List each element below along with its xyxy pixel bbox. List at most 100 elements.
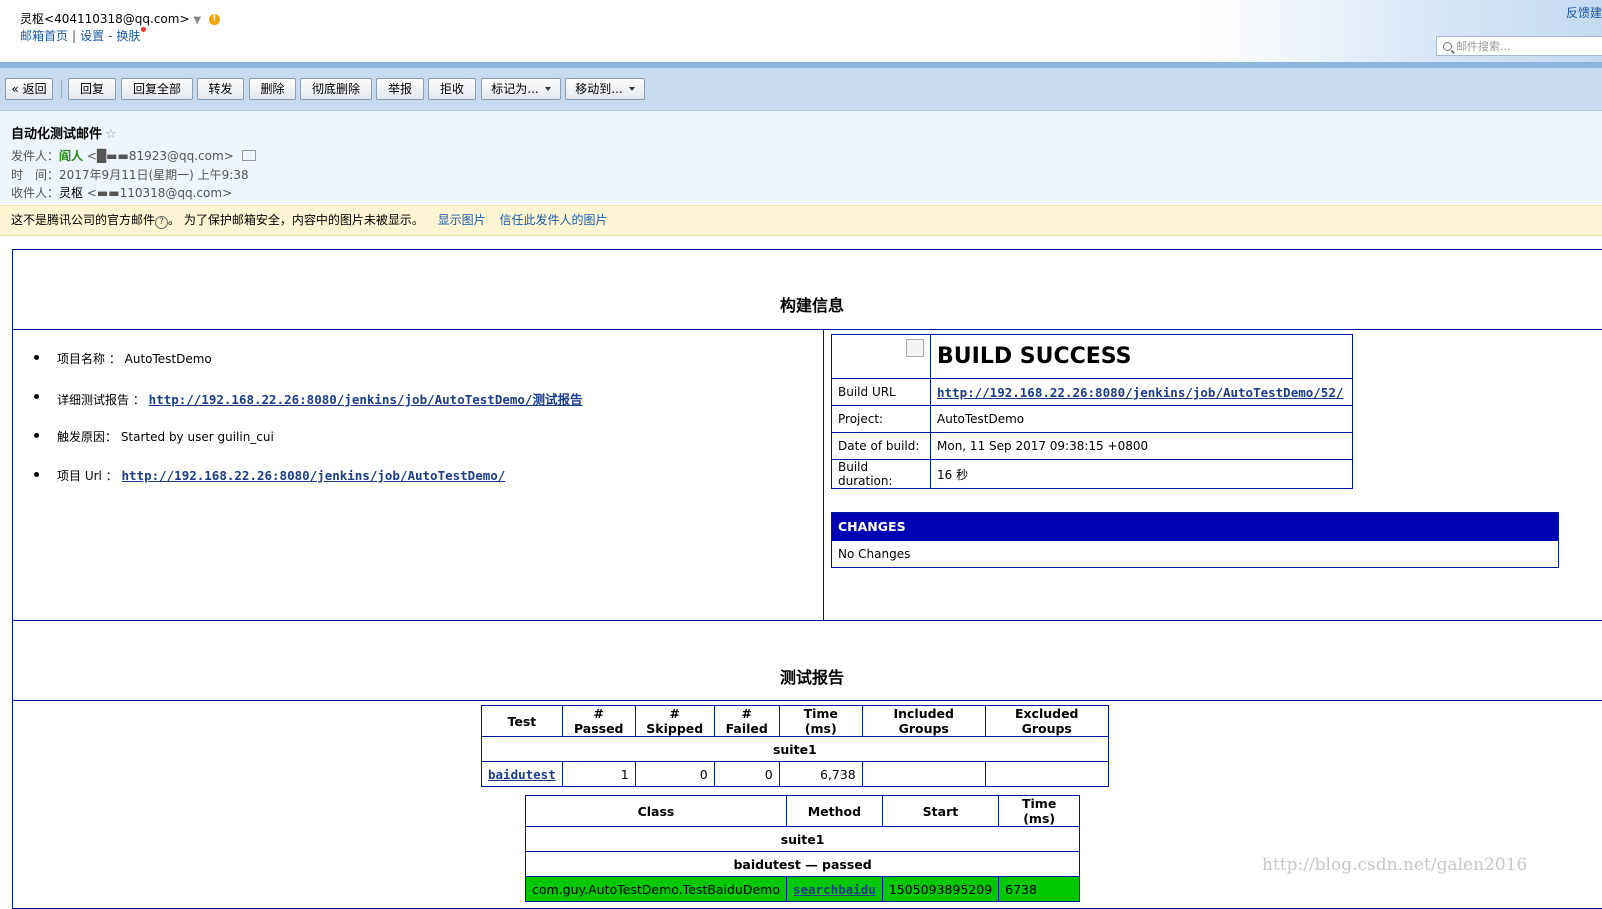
detail-group-row: baidutest — passed	[524, 851, 1081, 877]
sender-line: 发件人：阎人 <█▬▬81923@qq.com>	[11, 147, 256, 164]
star-icon[interactable]: ☆	[105, 127, 117, 142]
divider	[13, 620, 1602, 621]
time-label: 时 间：	[11, 168, 60, 182]
reply-all-button[interactable]: 回复全部	[121, 78, 193, 100]
test-report-title: 测试报告	[779, 668, 844, 687]
dropdown-arrow-icon[interactable]: ▼	[193, 15, 201, 26]
build-url-link[interactable]: http://192.168.22.26:8080/jenkins/job/Au…	[937, 385, 1343, 400]
mailbox-home-link[interactable]: 邮箱首页	[20, 29, 68, 43]
col-method: Method	[785, 795, 883, 827]
delete-permanently-button[interactable]: 彻底删除	[300, 78, 372, 100]
list-item: 详细测试报告 ： http://192.168.22.26:8080/jenki…	[33, 389, 583, 408]
search-icon	[1443, 42, 1452, 51]
failed-count: 0	[713, 761, 780, 787]
receiver-name[interactable]: 灵枢	[59, 186, 83, 200]
time-value: 2017年9月11日(星期一) 上午9:38	[59, 168, 249, 182]
detail-table: Class Method Start Time (ms) suite1 baid…	[524, 795, 1081, 902]
date-value: Mon, 11 Sep 2017 09:38:15 +0800	[930, 432, 1353, 460]
project-url-link[interactable]: http://192.168.22.26:8080/jenkins/job/Au…	[122, 468, 506, 483]
col-failed: # Failed	[713, 705, 780, 737]
excluded-groups	[984, 761, 1109, 787]
list-item: 项目 Url ： http://192.168.22.26:8080/jenki…	[33, 467, 506, 484]
feedback-link[interactable]: 反馈建	[1566, 4, 1602, 21]
reject-button[interactable]: 拒收	[428, 78, 476, 100]
search-placeholder: 邮件搜索...	[1456, 40, 1511, 53]
col-test: Test	[481, 705, 563, 737]
time-value: 6738	[998, 876, 1081, 902]
suite-row: suite1	[481, 736, 1109, 762]
list-item: 项目名称 ： AutoTestDemo	[34, 350, 212, 367]
col-excluded: Excluded Groups	[984, 705, 1109, 737]
project-value: AutoTestDemo	[930, 405, 1353, 433]
col-time: Time (ms)	[778, 705, 863, 737]
baidutest-link[interactable]: baidutest	[488, 767, 556, 782]
sender-name[interactable]: 阎人	[59, 149, 83, 163]
build-status-table: BUILD SUCCESS Build URL http://192.168.22…	[831, 334, 1353, 489]
mail-header: 自动化测试邮件 ☆ 发件人：阎人 <█▬▬81923@qq.com> 时 间：20…	[0, 111, 1602, 204]
notice-text-b: 。 为了保护邮箱安全，内容中的图片未被显示。	[168, 213, 424, 227]
toolbar-separator	[61, 80, 62, 98]
table-row: baidutest 1 0 0 6,738	[481, 761, 1109, 787]
col-start: Start	[881, 795, 1000, 827]
top-links: 邮箱首页 | 设置 - 换肤	[20, 27, 147, 44]
security-notice: 这不是腾讯公司的官方邮件?。 为了保护邮箱安全，内容中的图片未被显示。 显示图片…	[0, 205, 1602, 236]
divider	[13, 700, 1602, 701]
skin-link[interactable]: 换肤	[116, 29, 140, 43]
item-label: 项目 Url ：	[57, 469, 122, 483]
skipped-count: 0	[634, 761, 715, 787]
show-images-link[interactable]: 显示图片	[438, 213, 486, 227]
move-to-button[interactable]: 移动到...	[565, 78, 645, 100]
date-key: Date of build:	[831, 432, 931, 460]
col-class: Class	[525, 795, 787, 827]
trust-sender-link[interactable]: 信任此发件人的图片	[500, 213, 608, 227]
item-label: 项目名称 ： AutoTestDemo	[57, 352, 212, 366]
time-ms: 6,738	[778, 761, 863, 787]
mail-subject: 自动化测试邮件 ☆	[11, 123, 117, 142]
sender-label: 发件人：	[11, 149, 60, 163]
account-email: <404110318@qq.com>	[44, 12, 190, 26]
watermark: http://blog.csdn.net/galen2016	[1262, 855, 1528, 875]
receiver-email: <▬▬110318@qq.com>	[86, 186, 233, 200]
report-button[interactable]: 举报	[376, 78, 424, 100]
top-header: 灵枢<404110318@qq.com> ▼ ! 邮箱首页 | 设置 - 换肤 反馈建 …	[0, 0, 1602, 62]
mail-search-input[interactable]: 邮件搜索...	[1436, 36, 1602, 56]
receiver-line: 收件人：灵枢 <▬▬110318@qq.com>	[11, 184, 232, 201]
test-report-link[interactable]: http://192.168.22.26:8080/jenkins/job/Au…	[149, 392, 583, 407]
account-name: 灵枢	[20, 12, 45, 26]
new-dot-icon	[141, 27, 147, 32]
project-key: Project:	[831, 405, 931, 433]
divider	[13, 329, 1602, 330]
forward-button[interactable]: 转发	[197, 78, 244, 100]
col-included: Included Groups	[861, 705, 986, 737]
passed-count: 1	[561, 761, 636, 787]
build-url-key: Build URL	[831, 378, 931, 406]
contact-card-icon[interactable]	[241, 150, 256, 161]
subject-text: 自动化测试邮件	[11, 127, 103, 142]
account-info[interactable]: 灵枢<404110318@qq.com> ▼ !	[20, 10, 220, 27]
notice-text-a: 这不是腾讯公司的官方邮件	[11, 213, 156, 227]
time-line: 时 间：2017年9月11日(星期一) 上午9:38	[11, 166, 249, 183]
delete-button[interactable]: 删除	[249, 78, 296, 100]
method-link[interactable]: searchbaidu	[793, 882, 876, 897]
settings-link[interactable]: 设置	[80, 29, 104, 43]
start-value: 1505093895209	[881, 876, 1000, 902]
reply-button[interactable]: 回复	[68, 78, 116, 100]
warning-icon[interactable]: !	[208, 14, 220, 25]
summary-table: Test # Passed # Skipped # Failed Time (m…	[481, 705, 1109, 787]
build-status: BUILD SUCCESS	[930, 334, 1353, 379]
item-label: 触发原因： Started by user guilin_cui	[57, 430, 274, 444]
back-button[interactable]: « 返回	[5, 78, 53, 100]
move-to-label: 移动到...	[575, 82, 623, 96]
chevron-down-icon	[544, 87, 551, 91]
included-groups	[861, 761, 986, 787]
col-passed: # Passed	[561, 705, 636, 737]
class-name: com.guy.AutoTestDemo.TestBaiduDemo	[525, 876, 787, 902]
status-image-cell	[831, 334, 931, 379]
help-icon[interactable]: ?	[155, 216, 169, 229]
mail-toolbar: « 返回 回复 回复全部 转发 删除 彻底删除 举报 拒收 标记为... 移动到…	[0, 68, 1602, 111]
col-time: Time (ms)	[998, 795, 1081, 827]
build-report: 构建信息 项目名称 ： AutoTestDemo 详细测试报告 ： http:/…	[12, 249, 1602, 909]
list-item: 触发原因： Started by user guilin_cui	[34, 428, 274, 445]
mark-as-button[interactable]: 标记为...	[481, 78, 561, 100]
col-skipped: # Skipped	[634, 705, 715, 737]
